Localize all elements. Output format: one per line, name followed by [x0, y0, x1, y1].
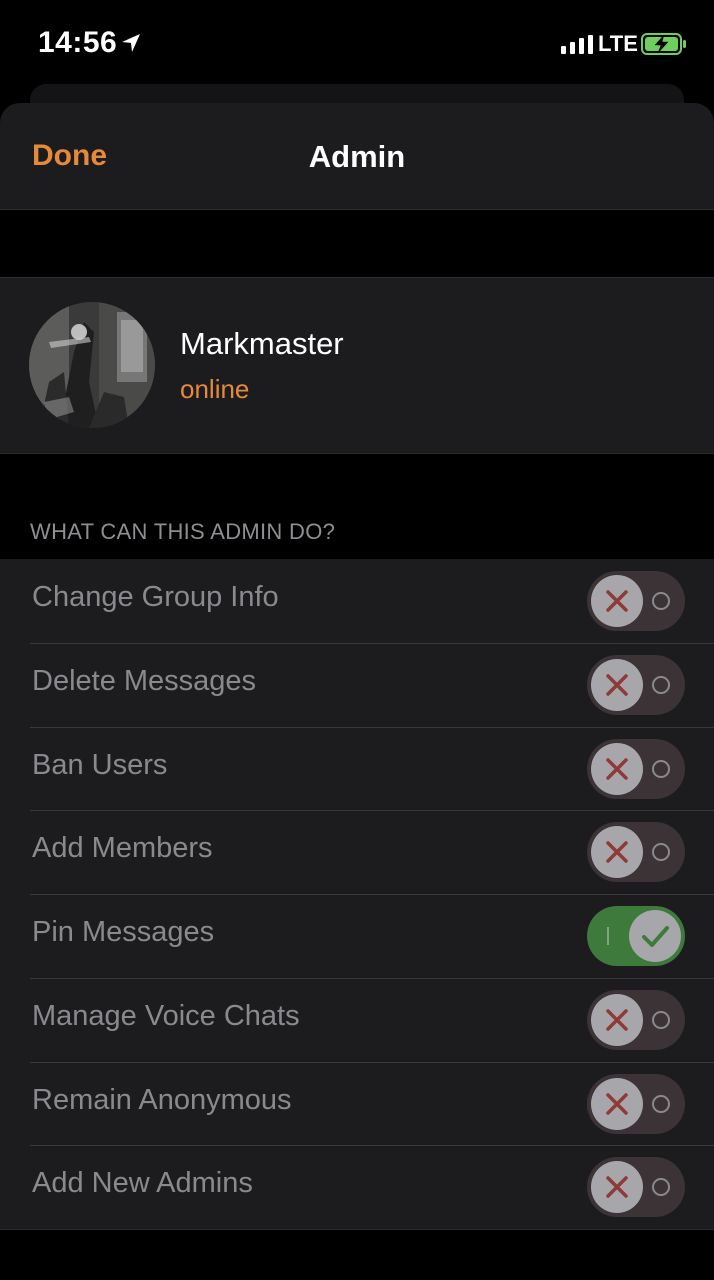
permission-row-pin-messages: Pin Messages: [0, 894, 714, 978]
permission-row-delete-messages: Delete Messages: [0, 642, 714, 727]
permission-row-add-new-admins: Add New Admins: [0, 1145, 714, 1229]
cross-icon: [606, 757, 628, 780]
off-indicator-icon: [652, 675, 670, 694]
add-members-toggle[interactable]: [587, 822, 685, 883]
toggle-knob: [591, 826, 643, 879]
page-title: Admin: [308, 139, 406, 174]
ban-users-toggle[interactable]: [587, 738, 685, 799]
toggle-knob: [591, 1077, 643, 1130]
avatar-artwork-image: [29, 302, 155, 428]
permission-row-change-group-info: Change Group Info: [0, 559, 714, 643]
permission-label: Remain Anonymous: [32, 1083, 292, 1116]
remain-anonymous-toggle[interactable]: [587, 1073, 685, 1134]
permission-row-remain-anonymous: Remain Anonymous: [0, 1061, 714, 1146]
cross-icon: [606, 674, 628, 696]
admin-sheet: Admin Done Markmaster online WHAT CAN TH…: [0, 103, 714, 1280]
cross-icon: [606, 1009, 628, 1031]
off-indicator-icon: [652, 1094, 670, 1113]
status-time: 14:56: [38, 26, 118, 59]
done-button[interactable]: Done: [32, 139, 107, 173]
permission-label: Ban Users: [32, 748, 168, 781]
add-new-admins-toggle[interactable]: [587, 1157, 685, 1218]
permission-label: Manage Voice Chats: [32, 999, 300, 1032]
section-header: WHAT CAN THIS ADMIN DO?: [30, 519, 336, 544]
off-indicator-icon: [652, 843, 670, 862]
user-status: online: [180, 374, 250, 404]
navigation-bar: Admin Done: [0, 103, 714, 210]
toggle-knob: [591, 575, 643, 627]
cross-icon: [606, 1176, 628, 1198]
permission-row-ban-users: Ban Users: [0, 726, 714, 811]
checkmark-icon: [642, 926, 669, 947]
permission-label: Change Group Info: [32, 581, 279, 613]
toggle-knob: [591, 742, 643, 795]
cellular-signal-icon: [561, 35, 593, 54]
off-indicator-icon: [652, 1010, 670, 1029]
off-indicator-icon: [652, 759, 670, 778]
cross-icon: [606, 841, 628, 863]
change-group-info-toggle[interactable]: [587, 571, 685, 631]
cross-icon: [606, 1092, 628, 1115]
status-bar: 14:56 LTE: [0, 0, 714, 88]
delete-messages-toggle[interactable]: [587, 654, 685, 715]
network-type: LTE: [598, 31, 638, 56]
permission-row-manage-voice-chats: Manage Voice Chats: [0, 977, 714, 1062]
off-indicator-icon: [652, 592, 670, 610]
avatar[interactable]: [29, 302, 155, 428]
permissions-list: Change Group Info Delete Messages Ban Us…: [0, 559, 714, 1230]
battery-charging-icon: [641, 33, 686, 55]
permission-row-add-members: Add Members: [0, 810, 714, 894]
cross-icon: [606, 590, 628, 612]
admin-profile[interactable]: Markmaster online: [0, 277, 714, 454]
pin-messages-toggle[interactable]: [587, 906, 685, 966]
toggle-knob: [591, 1161, 643, 1214]
permission-label: Add Members: [32, 832, 213, 865]
off-indicator-icon: [652, 1178, 670, 1197]
toggle-knob: [629, 910, 681, 962]
permission-label: Add New Admins: [32, 1167, 253, 1200]
toggle-knob: [591, 993, 643, 1046]
toggle-knob: [591, 658, 643, 711]
manage-voice-chats-toggle[interactable]: [587, 989, 685, 1050]
user-name: Markmaster: [180, 326, 344, 361]
permission-label: Delete Messages: [32, 664, 257, 697]
permission-label: Pin Messages: [32, 916, 215, 948]
on-indicator-icon: [607, 927, 609, 945]
location-arrow-icon: [122, 34, 140, 52]
